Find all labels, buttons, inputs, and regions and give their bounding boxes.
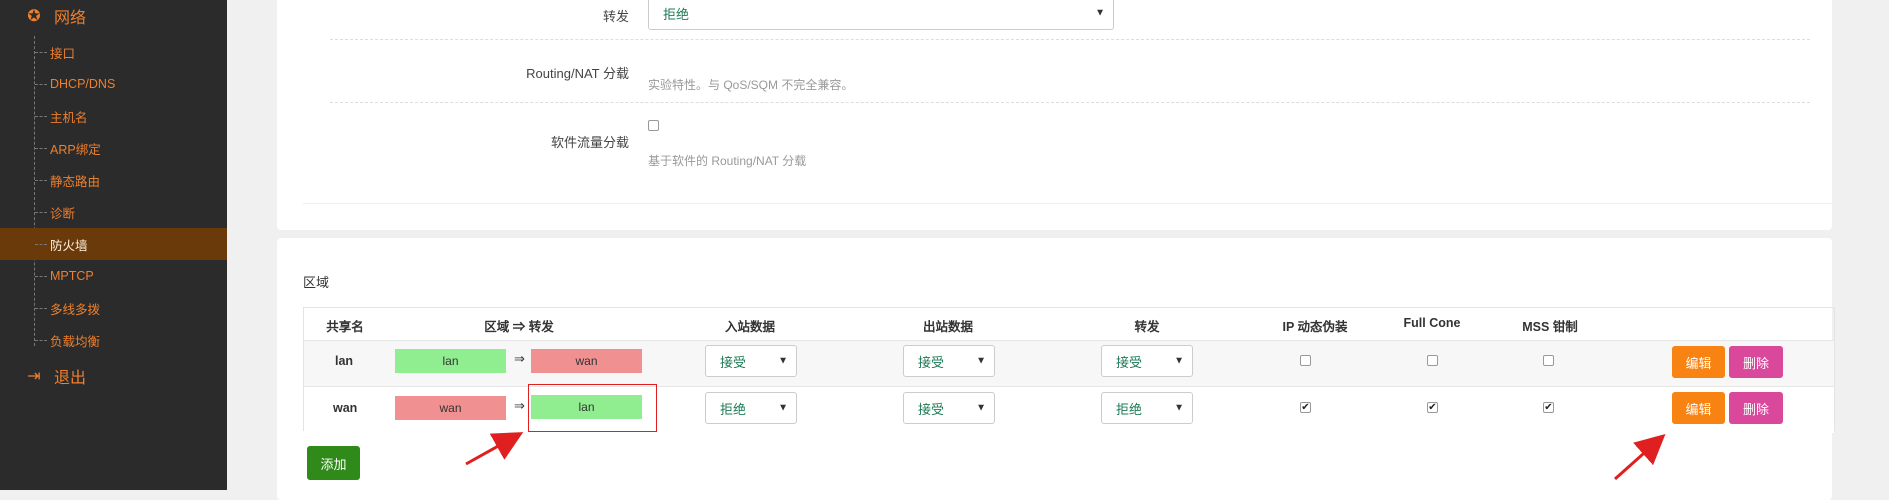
sidebar-section-logout[interactable]: ⇥ 退出 (0, 360, 227, 392)
masq-checkbox[interactable]: ✔ (1300, 402, 1311, 413)
divider (330, 39, 1810, 40)
chevron-down-icon: ▼ (1174, 355, 1184, 367)
chevron-down-icon: ▼ (1095, 7, 1105, 19)
soft-offload-label: 软件流量分载 (550, 135, 629, 150)
sidebar-item-label: 负载均衡 (50, 334, 101, 349)
divider (330, 102, 1810, 103)
output-policy-select[interactable]: 接受 ▼ (903, 392, 995, 424)
forward-policy-select[interactable]: 接受 ▼ (1101, 345, 1193, 377)
dest-zone-badge: wan (531, 349, 642, 373)
sidebar-item-hostnames[interactable]: 主机名 (0, 100, 227, 132)
header-fullcone: Full Cone (1403, 316, 1461, 330)
sidebar-section-label: 网络 (54, 10, 87, 27)
header-masq: IP 动态伪装 (1282, 320, 1348, 334)
sidebar-item-label: MPTCP (50, 269, 94, 283)
sidebar-item-label: 接口 (50, 46, 76, 61)
header-zone-forward: 区域 ⇒ 转发 (484, 320, 554, 334)
sidebar-item-multiwan[interactable]: 多线多拨 (0, 292, 227, 324)
sidebar-item-load-balance[interactable]: 负载均衡 (0, 324, 227, 356)
chevron-down-icon: ▼ (778, 402, 788, 414)
sidebar-item-label: ARP绑定 (50, 142, 101, 157)
sidebar-item-label: 诊断 (50, 206, 76, 221)
sidebar-item-mptcp[interactable]: MPTCP (0, 260, 227, 292)
header-input: 入站数据 (724, 320, 775, 334)
delete-button[interactable]: 删除 (1729, 346, 1783, 378)
sidebar-item-label: 静态路由 (50, 174, 101, 189)
routing-nat-help: 实验特性。与 QoS/SQM 不完全兼容。 (648, 78, 854, 92)
select-value: 接受 (918, 354, 945, 370)
soft-offload-help: 基于软件的 Routing/NAT 分载 (648, 154, 807, 168)
sidebar-item-label: DHCP/DNS (50, 77, 116, 91)
select-value: 接受 (1116, 354, 1143, 370)
select-value: 接受 (918, 401, 945, 417)
mss-checkbox[interactable] (1543, 355, 1554, 366)
sidebar-item-static-routes[interactable]: 静态路由 (0, 164, 227, 196)
header-mss: MSS 钳制 (1522, 320, 1578, 334)
chevron-down-icon: ▼ (778, 355, 788, 367)
sidebar: ✪ 网络 接口 DHCP/DNS 主机名 ARP绑定 静态路由 诊断 防火墙 M… (0, 0, 227, 490)
logout-icon: ⇥ (27, 368, 41, 385)
header-forward: 转发 (1134, 320, 1160, 334)
routing-nat-label: Routing/NAT 分载 (526, 66, 629, 81)
divider (303, 203, 1835, 204)
sidebar-item-interfaces[interactable]: 接口 (0, 36, 227, 68)
edit-button[interactable]: 编辑 (1672, 346, 1725, 378)
masq-checkbox[interactable] (1300, 355, 1311, 366)
delete-button[interactable]: 删除 (1729, 392, 1783, 424)
fullcone-checkbox[interactable]: ✔ (1427, 402, 1438, 413)
forward-arrow: ⇒ (514, 351, 525, 366)
chevron-down-icon: ▼ (976, 402, 986, 414)
forward-select[interactable]: 拒绝 ▼ (648, 0, 1114, 30)
highlight-box (528, 384, 657, 432)
zone-name: wan (333, 401, 358, 415)
input-policy-select[interactable]: 拒绝 ▼ (705, 392, 797, 424)
forward-policy-select[interactable]: 拒绝 ▼ (1101, 392, 1193, 424)
sidebar-item-dhcp-dns[interactable]: DHCP/DNS (0, 68, 227, 100)
sidebar-item-label: 多线多拨 (50, 302, 101, 317)
zone-name: lan (335, 354, 354, 368)
select-value: 拒绝 (720, 401, 747, 417)
chevron-down-icon: ▼ (976, 355, 986, 367)
globe-icon: ✪ (27, 8, 41, 25)
header-output: 出站数据 (922, 320, 973, 334)
add-zone-button[interactable]: 添加 (307, 446, 360, 480)
general-settings-panel (277, 0, 1832, 230)
zone-badge: lan (395, 349, 506, 373)
chevron-down-icon: ▼ (1174, 402, 1184, 414)
header-name: 共享名 (326, 320, 364, 334)
zones-title: 区域 (303, 275, 330, 290)
sidebar-item-label: 主机名 (50, 110, 88, 125)
sidebar-item-firewall[interactable]: 防火墙 (0, 228, 227, 260)
forward-select-value: 拒绝 (663, 6, 690, 22)
zone-badge: wan (395, 396, 506, 420)
edit-button[interactable]: 编辑 (1672, 392, 1725, 424)
sidebar-section-label: 退出 (54, 370, 87, 387)
sidebar-item-diagnostics[interactable]: 诊断 (0, 196, 227, 228)
soft-offload-checkbox[interactable] (648, 120, 659, 131)
mss-checkbox[interactable]: ✔ (1543, 402, 1554, 413)
select-value: 拒绝 (1116, 401, 1143, 417)
select-value: 接受 (720, 354, 747, 370)
sidebar-section-network[interactable]: ✪ 网络 (0, 0, 227, 32)
input-policy-select[interactable]: 接受 ▼ (705, 345, 797, 377)
fullcone-checkbox[interactable] (1427, 355, 1438, 366)
sidebar-item-arp[interactable]: ARP绑定 (0, 132, 227, 164)
output-policy-select[interactable]: 接受 ▼ (903, 345, 995, 377)
forward-label: 转发 (602, 9, 629, 24)
sidebar-item-label: 防火墙 (50, 238, 88, 253)
forward-arrow: ⇒ (514, 398, 525, 413)
